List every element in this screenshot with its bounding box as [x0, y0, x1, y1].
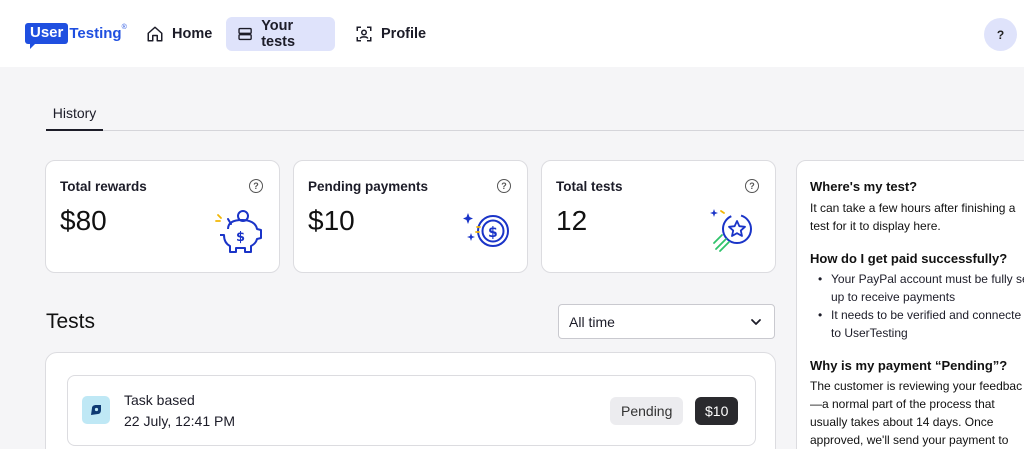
- pending-payments-title: Pending payments: [308, 179, 429, 194]
- faq-answer-pending-line4: approved, we'll send your payment to: [810, 433, 1009, 447]
- piggy-bank-icon: $: [215, 210, 262, 253]
- tests-icon: [238, 27, 252, 41]
- total-tests-help-icon[interactable]: ?: [745, 179, 759, 193]
- total-rewards-card: Total rewards ? $80 $: [45, 160, 280, 273]
- nav-your-tests[interactable]: Your tests: [226, 17, 335, 51]
- svg-text:$: $: [488, 225, 498, 241]
- faq-answer-where-line1: It can take a few hours after finishing …: [810, 201, 1016, 215]
- time-filter-value: All time: [569, 313, 615, 330]
- chevron-down-icon: [751, 319, 761, 325]
- tab-history[interactable]: History: [46, 105, 103, 131]
- faq-paid-bullet-cont: to UserTesting: [810, 324, 1024, 342]
- faq-question-paid: How do I get paid successfully?: [810, 251, 1008, 266]
- faq-answer-pending-line1: The customer is reviewing your feedbac: [810, 379, 1023, 393]
- total-tests-title: Total tests: [556, 179, 623, 194]
- nav-home-label: Home: [172, 26, 213, 42]
- faq-answer-pending-line2: —a normal part of the process that: [810, 397, 995, 411]
- total-rewards-title: Total rewards: [60, 179, 147, 194]
- pending-payments-card: Pending payments ? $10 $: [293, 160, 528, 273]
- total-tests-card: Total tests ? 12: [541, 160, 776, 273]
- help-button[interactable]: ?: [984, 18, 1017, 51]
- tests-heading: Tests: [46, 310, 96, 333]
- faq-paid-bullet2-line2: to UserTesting: [831, 326, 908, 340]
- home-icon: [147, 26, 163, 42]
- tab-divider: [46, 130, 1024, 131]
- nav-your-tests-label: Your tests: [261, 18, 296, 50]
- faq-answer-where-line2: test for it to display here.: [810, 219, 941, 233]
- nav-home[interactable]: Home: [135, 17, 223, 51]
- nav-profile-label: Profile: [381, 26, 427, 42]
- nav-profile[interactable]: Profile: [344, 17, 437, 51]
- usertesting-logo[interactable]: User Testing ®: [25, 22, 127, 49]
- tests-list-panel: Task based 22 July, 12:41 PM Pending $10: [45, 352, 776, 449]
- logo-user-text: User: [25, 22, 69, 49]
- faq-paid-bullet1-line1: Your PayPal account must be fully se: [831, 272, 1024, 286]
- total-tests-value: 12: [556, 205, 588, 236]
- logo-trademark: ®: [121, 24, 127, 31]
- pending-payments-help-icon[interactable]: ?: [497, 179, 511, 193]
- test-list-item[interactable]: Task based 22 July, 12:41 PM Pending $10: [67, 375, 756, 446]
- task-icon: [82, 396, 110, 424]
- time-filter-select[interactable]: All time: [558, 304, 775, 339]
- test-name: Task based: [124, 392, 195, 408]
- faq-paid-bullet2-line1: It needs to be verified and connecte: [831, 308, 1022, 322]
- faq-question-pending: Why is my payment “Pending”?: [810, 358, 1008, 373]
- faq-paid-bullet: It needs to be verified and connecte: [810, 306, 1024, 324]
- total-rewards-help-icon[interactable]: ?: [249, 179, 263, 193]
- pending-payments-value: $10: [308, 205, 355, 236]
- faq-paid-list: Your PayPal account must be fully se up …: [810, 270, 1024, 342]
- coin-sparkle-icon: $: [463, 213, 509, 247]
- faq-paid-bullet1-line2: up to receive payments: [831, 290, 956, 304]
- star-badge-icon: [710, 209, 752, 252]
- svg-text:$: $: [236, 230, 245, 245]
- faq-question-where: Where's my test?: [810, 179, 918, 194]
- test-status-badge: Pending: [610, 397, 684, 425]
- test-date: 22 July, 12:41 PM: [124, 413, 236, 429]
- faq-paid-bullet: Your PayPal account must be fully se: [810, 270, 1024, 288]
- faq-answer-pending-line3: usually takes about 14 days. Once: [810, 415, 994, 429]
- faq-panel: Where's my test? It can take a few hours…: [796, 160, 1024, 449]
- faq-paid-bullet-cont: up to receive payments: [810, 288, 1024, 306]
- top-navigation-bar: User Testing ® Home Your tests Profile ?: [0, 0, 1024, 67]
- logo-testing-text: Testing: [69, 24, 122, 42]
- total-rewards-value: $80: [60, 205, 107, 236]
- profile-icon: [356, 26, 372, 42]
- test-reward-badge: $10: [695, 397, 739, 425]
